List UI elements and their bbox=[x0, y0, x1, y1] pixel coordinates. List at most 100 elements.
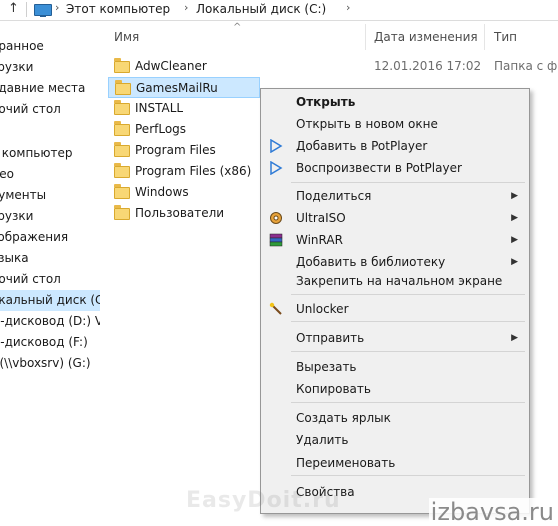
nav-item[interactable]: ) (\\vboxsrv) (G:) bbox=[0, 353, 100, 374]
nav-item-label: зображения bbox=[0, 230, 69, 244]
nav-item-label: т компьютер bbox=[0, 146, 73, 160]
context-menu-item[interactable]: Отправить ▶ bbox=[263, 327, 527, 349]
context-menu-item[interactable]: Закрепить на начальном экране bbox=[263, 270, 527, 292]
context-menu-separator bbox=[291, 402, 525, 403]
nav-item[interactable]: зображения bbox=[0, 227, 100, 248]
file-name: PerfLogs bbox=[135, 122, 187, 136]
context-menu-item[interactable]: Воспроизвести в PotPlayer bbox=[263, 157, 527, 179]
context-menu-item-label: Переименовать bbox=[296, 456, 396, 470]
address-bar[interactable]: ↑ › Этот компьютер › Локальный диск (C:)… bbox=[0, 0, 558, 21]
context-menu-item[interactable]: Удалить bbox=[263, 429, 527, 451]
winrar-books-icon bbox=[269, 233, 283, 247]
file-name: Windows bbox=[135, 185, 189, 199]
column-header-row: ^ Имя Дата изменения Тип bbox=[100, 22, 558, 50]
context-menu-item-label: Поделиться bbox=[296, 189, 372, 203]
file-name: INSTALL bbox=[135, 101, 184, 115]
context-menu-item[interactable]: Переименовать bbox=[263, 452, 527, 474]
column-header-type[interactable]: Тип bbox=[494, 30, 517, 44]
nav-item[interactable]: т компьютер bbox=[0, 143, 100, 164]
context-menu-item-label: Воспроизвести в PotPlayer bbox=[296, 161, 462, 175]
column-divider[interactable] bbox=[484, 24, 485, 50]
play-triangle-icon bbox=[270, 139, 283, 153]
nav-item[interactable]: узыка bbox=[0, 248, 100, 269]
breadcrumb-separator: › bbox=[184, 1, 189, 14]
navigation-pane: бранное грузки едавние места бочий стол т ко… bbox=[0, 20, 100, 524]
file-name: GamesMailRu bbox=[136, 81, 218, 95]
nav-item-label: ) (\\vboxsrv) (G:) bbox=[0, 356, 91, 370]
context-menu-item-label: UltraISO bbox=[296, 211, 346, 225]
context-menu-item[interactable]: WinRAR ▶ bbox=[263, 229, 527, 251]
folder-icon bbox=[114, 100, 130, 115]
nav-item[interactable]: грузки bbox=[0, 206, 100, 227]
context-menu-item[interactable]: UltraISO ▶ bbox=[263, 207, 527, 229]
nav-item-label: бранное bbox=[0, 39, 44, 53]
context-menu-item[interactable]: Открыть bbox=[263, 91, 527, 113]
nav-item[interactable]: едавние места bbox=[0, 78, 100, 99]
nav-item[interactable]: бочий стол bbox=[0, 99, 100, 120]
watermark-site: izbavsa.ru bbox=[428, 498, 556, 526]
address-divider bbox=[26, 2, 27, 17]
context-menu-item-label: Unlocker bbox=[296, 302, 349, 316]
folder-icon bbox=[114, 142, 130, 157]
context-menu-item-label: Создать ярлык bbox=[296, 411, 391, 425]
submenu-arrow-icon: ▶ bbox=[511, 213, 518, 223]
breadcrumb-separator: › bbox=[346, 1, 351, 14]
nav-item-label: бочий стол bbox=[0, 102, 61, 116]
column-header-date[interactable]: Дата изменения bbox=[374, 30, 478, 44]
file-name: Program Files bbox=[135, 143, 216, 157]
file-date: 12.01.2016 17:02 bbox=[374, 59, 482, 73]
nav-item-label: узыка bbox=[0, 251, 29, 265]
folder-icon bbox=[115, 80, 131, 95]
nav-item[interactable]: бранное bbox=[0, 36, 100, 57]
context-menu-item-label: WinRAR bbox=[296, 233, 343, 247]
computer-icon bbox=[34, 4, 52, 17]
nav-item[interactable]: D-дисковод (D:) Vi bbox=[0, 311, 100, 332]
nav-item-label: бочий стол bbox=[0, 272, 61, 286]
nav-item[interactable]: бочий стол bbox=[0, 269, 100, 290]
context-menu-item[interactable]: Создать ярлык bbox=[263, 407, 527, 429]
context-menu-item-label: Открыть в новом окне bbox=[296, 117, 438, 131]
folder-icon bbox=[114, 58, 130, 73]
sort-ascending-icon: ^ bbox=[233, 22, 242, 33]
context-menu-separator bbox=[291, 475, 525, 476]
nav-item[interactable]: окальный диск (C: bbox=[0, 290, 100, 311]
file-name: AdwCleaner bbox=[135, 59, 207, 73]
file-row[interactable]: AdwCleaner 12.01.2016 17:02 Папка с фай bbox=[108, 56, 558, 77]
context-menu: Открыть Открыть в новом окне Добавить в Po… bbox=[260, 88, 530, 514]
folder-icon bbox=[114, 184, 130, 199]
submenu-arrow-icon: ▶ bbox=[511, 191, 518, 201]
context-menu-item-label: Вырезать bbox=[296, 360, 357, 374]
context-menu-item-label: Копировать bbox=[296, 382, 371, 396]
context-menu-item-label: Закрепить на начальном экране bbox=[296, 274, 503, 288]
nav-item[interactable]: део bbox=[0, 164, 100, 185]
submenu-arrow-icon: ▶ bbox=[511, 235, 518, 245]
nav-item-label: грузки bbox=[0, 209, 34, 223]
context-menu-item[interactable]: Unlocker bbox=[263, 298, 527, 320]
magic-wand-icon bbox=[269, 302, 282, 315]
up-arrow-icon[interactable]: ↑ bbox=[8, 1, 19, 16]
column-header-name[interactable]: Имя bbox=[114, 30, 139, 44]
column-divider[interactable] bbox=[365, 24, 366, 50]
context-menu-item[interactable]: Вырезать bbox=[263, 356, 527, 378]
nav-item-label: грузки bbox=[0, 60, 34, 74]
nav-item-label: део bbox=[0, 167, 15, 181]
nav-item[interactable]: кументы bbox=[0, 185, 100, 206]
breadcrumb-this-pc[interactable]: Этот компьютер bbox=[66, 2, 170, 16]
file-row[interactable]: GamesMailRu bbox=[108, 77, 260, 98]
breadcrumb-local-disk[interactable]: Локальный диск (C:) bbox=[196, 2, 326, 16]
nav-item-label: окальный диск (C: bbox=[0, 293, 100, 307]
ultraiso-disc-icon bbox=[270, 212, 282, 224]
context-menu-item-label: Добавить в PotPlayer bbox=[296, 139, 428, 153]
context-menu-item[interactable]: Копировать bbox=[263, 378, 527, 400]
nav-item[interactable]: грузки bbox=[0, 57, 100, 78]
file-type: Папка с фай bbox=[494, 59, 558, 73]
context-menu-item[interactable]: Добавить в PotPlayer bbox=[263, 135, 527, 157]
context-menu-item[interactable]: Открыть в новом окне bbox=[263, 113, 527, 135]
context-menu-separator bbox=[291, 294, 525, 295]
context-menu-item-label: Отправить bbox=[296, 331, 365, 345]
watermark-overlay: EasyDoit.ru bbox=[186, 488, 341, 513]
context-menu-item[interactable]: Поделиться ▶ bbox=[263, 185, 527, 207]
context-menu-item-label: Удалить bbox=[296, 433, 349, 447]
nav-item[interactable]: D-дисковод (F:) bbox=[0, 332, 100, 353]
context-menu-item-label: Открыть bbox=[296, 95, 356, 109]
